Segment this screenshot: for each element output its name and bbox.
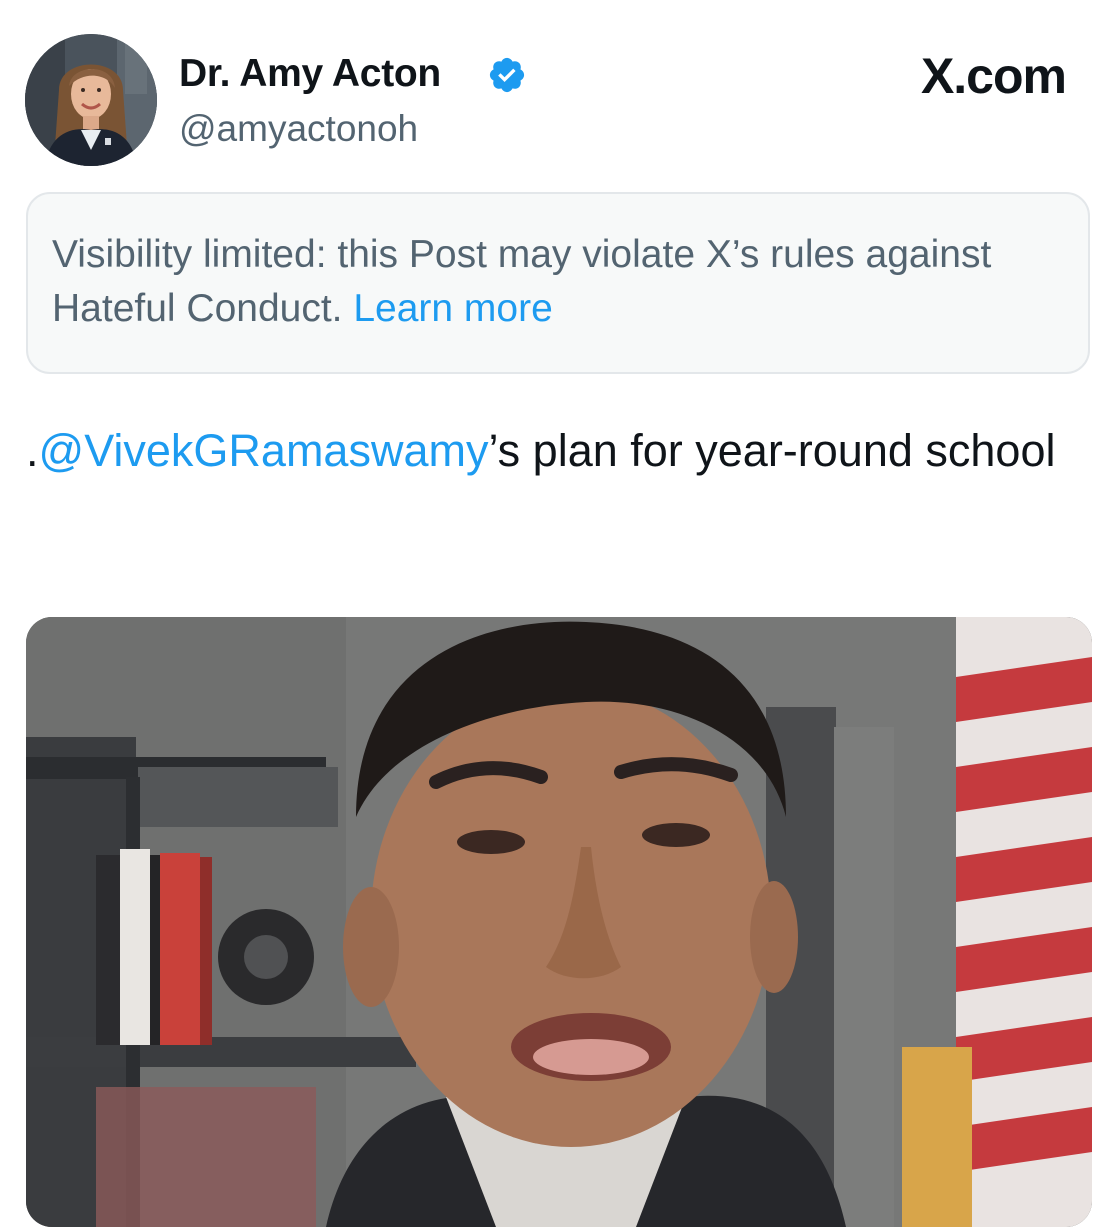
author-display-name[interactable]: Dr. Amy Acton [179,48,441,100]
video-thumbnail[interactable] [26,617,1092,1227]
profile-photo-icon [25,34,157,166]
post-text: .@VivekGRamaswamy’s plan for year-round … [26,420,1096,482]
mention-link[interactable]: @VivekGRamaswamy [39,425,489,476]
visibility-limited-notice: Visibility limited: this Post may violat… [26,192,1090,374]
video-frame-icon [26,617,1092,1227]
post-text-body: ’s plan for year-round school [488,425,1056,476]
author-avatar[interactable] [25,34,157,166]
post-text-prefix: . [26,425,39,476]
post-header: Dr. Amy Acton @amyactonoh X.com [0,0,1118,180]
verified-badge-icon [487,55,527,95]
x-com-logo: X.com [920,48,1067,104]
learn-more-link[interactable]: Learn more [353,287,552,330]
author-handle[interactable]: @amyactonoh [179,105,418,153]
